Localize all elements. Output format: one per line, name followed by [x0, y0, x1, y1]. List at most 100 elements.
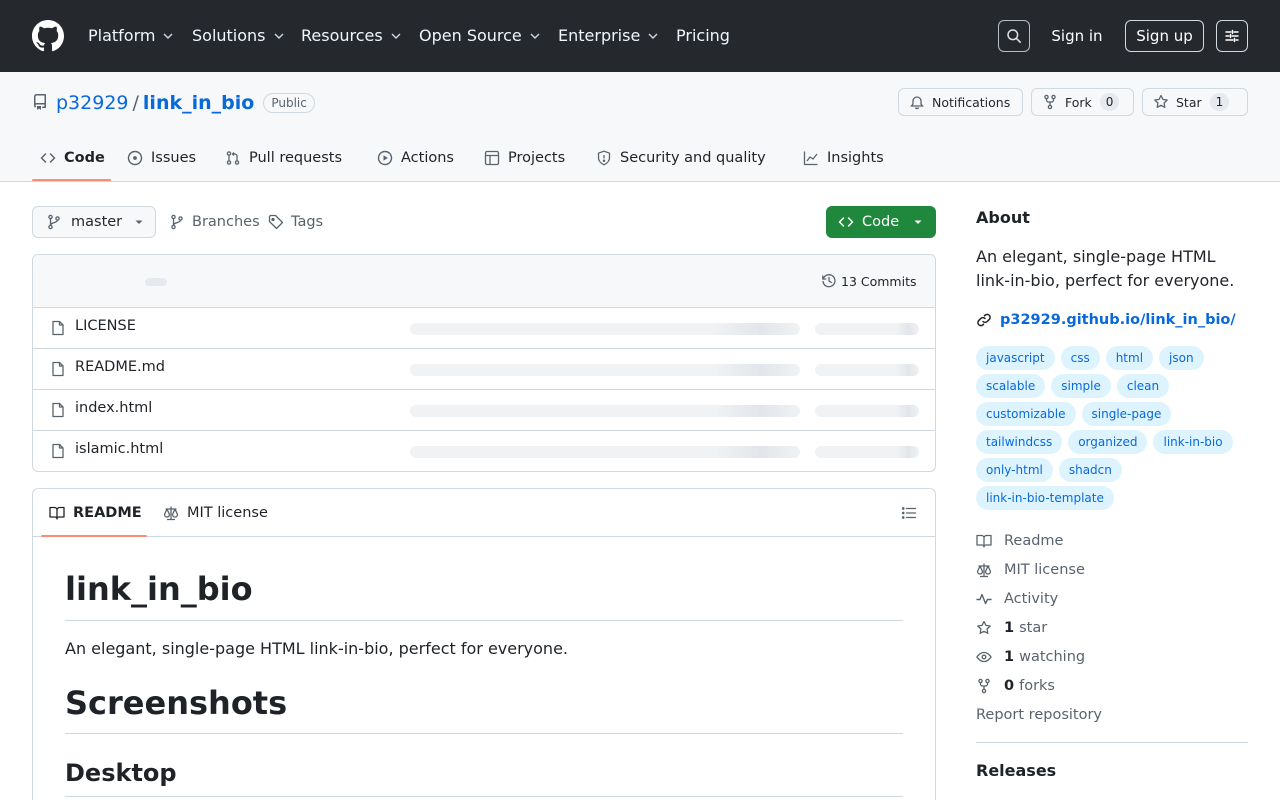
branches-link[interactable]: Branches	[169, 212, 260, 232]
tab-readme[interactable]: README	[49, 503, 142, 523]
repo-forked-icon	[978, 678, 990, 694]
topic-tag[interactable]: single-page	[1081, 402, 1172, 426]
readme-tabs: README MIT license	[33, 489, 935, 537]
notifications-button[interactable]: Notifications	[898, 88, 1023, 116]
sidebar-divider	[976, 742, 1248, 743]
nav-solutions-label: Solutions	[192, 26, 266, 45]
commits-link[interactable]: 13 Commits	[821, 271, 917, 291]
topic-tag[interactable]: simple	[1051, 374, 1111, 398]
notifications-label: Notifications	[932, 94, 1011, 110]
repo-name-link[interactable]: link_in_bio	[143, 90, 254, 116]
stars-label: star	[1019, 620, 1048, 636]
file-name-link[interactable]: index.html	[75, 400, 152, 416]
report-repository-link[interactable]: Report repository	[976, 705, 1102, 725]
stars-count: 1	[1004, 620, 1015, 636]
table-row: islamic.html	[33, 431, 935, 471]
tab-pull-requests[interactable]: Pull requests	[225, 142, 342, 174]
nav-open-source-label: Open Source	[419, 26, 522, 45]
topic-tag[interactable]: css	[1060, 346, 1100, 370]
readme-heading-1: link_in_bio	[65, 567, 903, 621]
tags-label: Tags	[291, 214, 324, 230]
topic-tag[interactable]: scalable	[976, 374, 1046, 398]
file-name-link[interactable]: LICENSE	[75, 318, 136, 334]
star-icon	[977, 620, 991, 634]
sidebar-forks-link[interactable]: 0 forks	[976, 676, 1055, 696]
about-description: An elegant, single-page HTML link-in-bio…	[976, 247, 1235, 290]
branch-selector[interactable]: master	[32, 206, 156, 238]
github-logo-icon[interactable]	[32, 20, 64, 52]
readme-intro: An elegant, single-page HTML link-in-bio…	[65, 639, 568, 658]
code-icon	[40, 153, 56, 163]
git-branch-icon	[48, 214, 60, 230]
file-icon	[52, 320, 64, 336]
commit-date-placeholder	[815, 446, 919, 458]
nav-enterprise-label: Enterprise	[558, 26, 641, 45]
tab-projects[interactable]: Projects	[484, 142, 565, 174]
git-branch-icon	[171, 214, 183, 230]
tab-actions[interactable]: Actions	[377, 142, 454, 174]
star-button[interactable]: Star 1	[1142, 88, 1248, 116]
search-button[interactable]	[998, 20, 1030, 52]
topic-tag[interactable]: customizable	[976, 402, 1076, 426]
bell-icon	[910, 96, 924, 110]
file-name-link[interactable]: README.md	[75, 359, 165, 375]
tab-actions-label: Actions	[401, 150, 454, 166]
chevron-down-icon	[391, 33, 401, 39]
law-icon	[163, 506, 179, 521]
releases-heading[interactable]: Releases	[976, 760, 1056, 782]
topic-tag[interactable]: organized	[1068, 430, 1148, 454]
tags-link[interactable]: Tags	[268, 212, 323, 232]
branch-name: master	[71, 214, 123, 230]
nav-open-source[interactable]: Open Source	[419, 24, 541, 48]
loading-placeholder	[145, 278, 167, 286]
repo-title: p32929 / link_in_bio Public	[56, 90, 315, 116]
topic-tag[interactable]: html	[1105, 346, 1154, 370]
readme-heading-3: Desktop	[65, 755, 903, 797]
sign-up-button[interactable]: Sign up	[1125, 20, 1204, 52]
nav-pricing[interactable]: Pricing	[676, 24, 730, 48]
book-icon	[976, 534, 992, 548]
sidebar-watching-link[interactable]: 1 watching	[976, 647, 1085, 667]
topic-tag[interactable]: javascript	[976, 346, 1055, 370]
play-icon	[377, 150, 393, 166]
repo-owner-link[interactable]: p32929	[56, 90, 129, 116]
forks-count: 0	[1004, 678, 1015, 694]
sidebar-stars-link[interactable]: 1 star	[976, 618, 1047, 638]
sidebar-activity-link[interactable]: Activity	[976, 589, 1058, 609]
topic-tag[interactable]: only-html	[976, 458, 1053, 482]
nav-platform[interactable]: Platform	[88, 24, 174, 48]
commit-message-placeholder	[410, 364, 800, 376]
menu-button[interactable]	[1216, 20, 1248, 52]
tab-insights[interactable]: Insights	[803, 142, 884, 174]
nav-solutions[interactable]: Solutions	[192, 24, 285, 48]
topic-tag[interactable]: link-in-bio	[1153, 430, 1233, 454]
nav-resources[interactable]: Resources	[301, 24, 402, 48]
tab-license[interactable]: MIT license	[163, 503, 268, 523]
fork-button[interactable]: Fork 0	[1031, 88, 1134, 116]
sign-in-link[interactable]: Sign in	[1045, 24, 1109, 48]
homepage-link[interactable]: p32929.github.io/link_in_bio/	[976, 310, 1236, 330]
law-icon	[976, 563, 992, 578]
topic-tag[interactable]: tailwindcss	[976, 430, 1063, 454]
sidebar-license-link[interactable]: MIT license	[976, 560, 1085, 580]
repo-separator: /	[132, 92, 139, 114]
topic-list: javascript css html json scalable simple…	[976, 346, 1248, 514]
sidebar-readme-link[interactable]: Readme	[976, 531, 1063, 551]
tab-code[interactable]: Code	[40, 142, 105, 174]
repo-icon	[34, 94, 46, 110]
topic-tag[interactable]: json	[1159, 346, 1204, 370]
file-name-link[interactable]: islamic.html	[75, 441, 163, 457]
nav-resources-label: Resources	[301, 26, 383, 45]
tab-pull-requests-label: Pull requests	[249, 150, 343, 166]
topic-tag[interactable]: link-in-bio-template	[976, 486, 1114, 510]
code-dropdown-button[interactable]: Code	[826, 206, 936, 238]
tab-issues[interactable]: Issues	[127, 142, 196, 174]
tab-issues-label: Issues	[151, 150, 197, 166]
tab-insights-label: Insights	[827, 150, 884, 166]
topic-tag[interactable]: shadcn	[1058, 458, 1122, 482]
nav-enterprise[interactable]: Enterprise	[558, 24, 659, 48]
list-unordered-icon[interactable]	[901, 505, 917, 521]
tab-security[interactable]: Security and quality	[596, 142, 766, 174]
topic-tag[interactable]: clean	[1116, 374, 1170, 398]
commits-count-label: 13 Commits	[841, 273, 917, 289]
